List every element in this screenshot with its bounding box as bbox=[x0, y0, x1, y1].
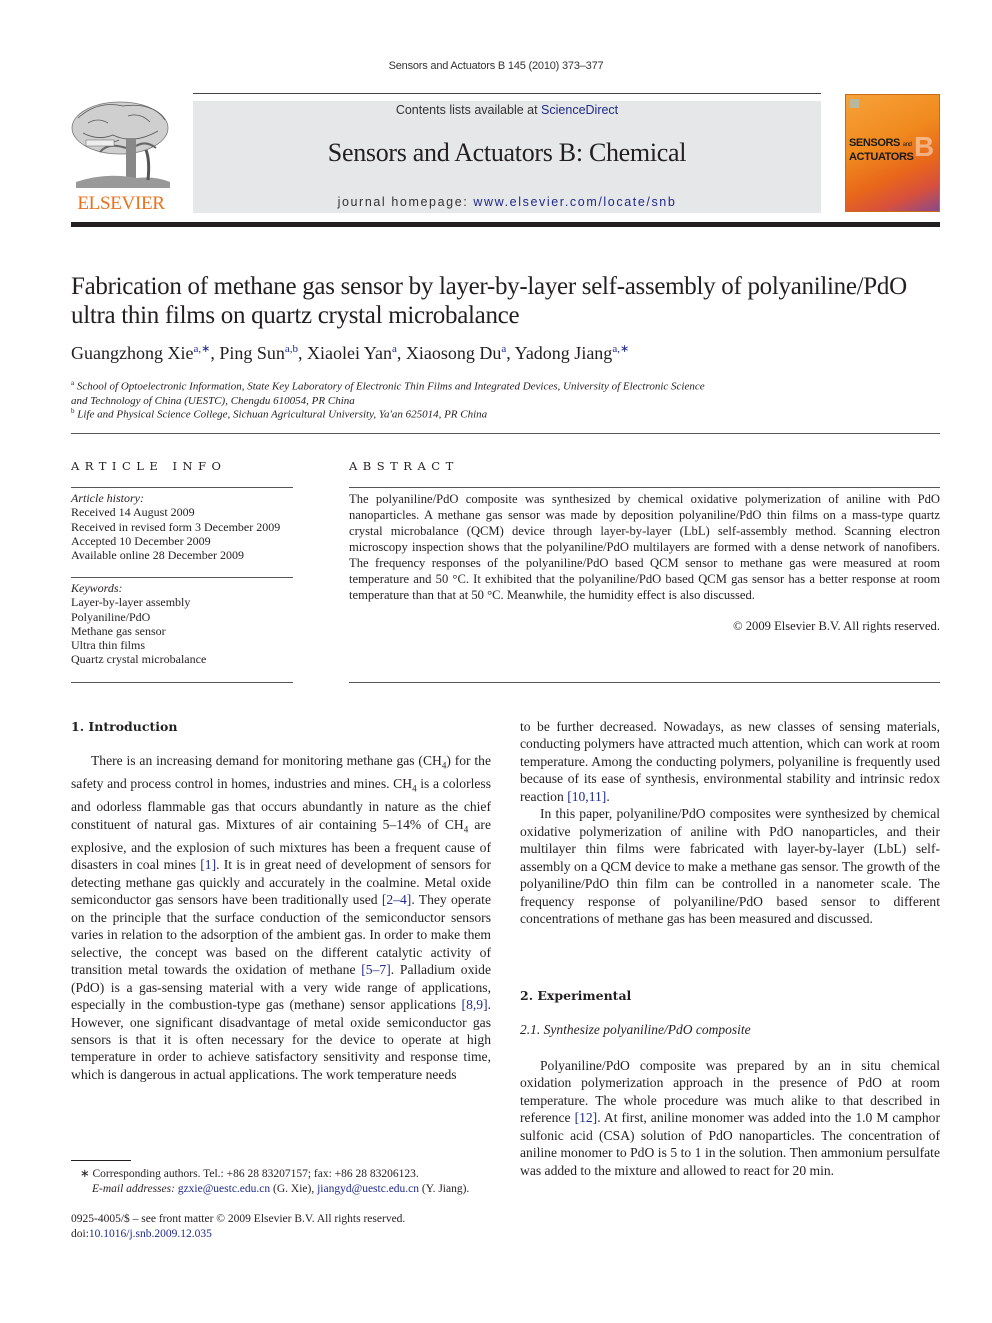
author[interactable]: Guangzhong Xiea,∗ bbox=[71, 343, 210, 363]
history-item: Available online 28 December 2009 bbox=[71, 548, 245, 563]
paragraph: Polyaniline/PdO composite was prepared b… bbox=[520, 1058, 940, 1178]
section-heading-experimental: 2. Experimental bbox=[520, 988, 632, 1003]
paragraph: There is an increasing demand for monito… bbox=[71, 753, 492, 1082]
homepage-line: journal homepage: www.elsevier.com/locat… bbox=[193, 195, 821, 209]
corresponding-footnote: ∗ Corresponding authors. Tel.: +86 28 83… bbox=[80, 1167, 500, 1197]
cover-title: SENSORS and ACTUATORS bbox=[849, 137, 914, 163]
author[interactable]: Xiaolei Yana bbox=[307, 343, 397, 363]
abstract-rule bbox=[349, 487, 940, 488]
article-info-rule bbox=[71, 487, 293, 488]
email-label: E-mail addresses: bbox=[92, 1183, 178, 1195]
citation-link[interactable]: [10,11] bbox=[567, 789, 606, 804]
history-item: Received 14 August 2009 bbox=[71, 505, 195, 520]
front-matter: 0925-4005/$ – see front matter © 2009 El… bbox=[71, 1212, 491, 1242]
contents-prefix: Contents lists available at bbox=[395, 103, 542, 117]
publisher-logo-text: ELSEVIER bbox=[77, 193, 165, 214]
abstract-text: The polyaniline/PdO composite was synthe… bbox=[349, 492, 940, 602]
cover-publisher-icon bbox=[850, 99, 859, 108]
tree-icon bbox=[71, 101, 170, 188]
journal-title: Sensors and Actuators B: Chemical bbox=[327, 138, 687, 167]
cover-title-and: and bbox=[902, 142, 912, 148]
issn-line: 0925-4005/$ – see front matter © 2009 El… bbox=[71, 1213, 406, 1225]
corresponding-authors: ∗ Corresponding authors. Tel.: +86 28 83… bbox=[80, 1168, 419, 1180]
author[interactable]: Xiaosong Dua bbox=[406, 343, 506, 363]
experimental-text: Polyaniline/PdO composite was prepared b… bbox=[520, 1057, 940, 1179]
article-info-heading: ARTICLE INFO bbox=[71, 459, 227, 473]
keyword: Layer-by-layer assembly bbox=[71, 595, 191, 610]
article-history: Article history: Received 14 August 2009… bbox=[71, 491, 301, 562]
email-addresses: E-mail addresses: gzxie@uestc.edu.cn (G.… bbox=[92, 1183, 470, 1195]
keyword: Polyaniline/PdO bbox=[71, 609, 151, 624]
paragraph: In this paper, polyaniline/PdO composite… bbox=[520, 806, 940, 926]
keywords: Keywords: Layer-by-layer assembly Polyan… bbox=[71, 581, 301, 667]
contents-line: Contents lists available at ScienceDirec… bbox=[193, 103, 821, 117]
doi-link[interactable]: 10.1016/j.snb.2009.12.035 bbox=[89, 1228, 212, 1240]
keyword: Ultra thin films bbox=[71, 638, 145, 653]
doi-line: doi:10.1016/j.snb.2009.12.035 bbox=[71, 1228, 212, 1240]
citation-link[interactable]: [1] bbox=[200, 857, 216, 872]
journal-homepage-link[interactable]: www.elsevier.com/locate/snb bbox=[473, 195, 676, 209]
subsection-heading: 2.1. Synthesize polyaniline/PdO composit… bbox=[520, 1022, 751, 1037]
paragraph: to be further decreased. Nowadays, as ne… bbox=[520, 719, 940, 804]
keywords-label: Keywords: bbox=[71, 581, 123, 595]
body-column-right: to be further decreased. Nowadays, as ne… bbox=[520, 718, 940, 927]
email-link[interactable]: gzxie@uestc.edu.cn bbox=[178, 1183, 270, 1195]
keyword: Methane gas sensor bbox=[71, 623, 166, 638]
history-label: Article history: bbox=[71, 491, 144, 505]
affiliation-mark: b bbox=[71, 407, 75, 415]
affiliation-mark: a bbox=[71, 379, 75, 387]
article-title: Fabrication of methane gas sensor by lay… bbox=[71, 273, 907, 329]
keyword: Quartz crystal microbalance bbox=[71, 652, 207, 667]
citation-link[interactable]: [5–7] bbox=[361, 962, 390, 977]
keywords-rule bbox=[71, 577, 293, 578]
body-column-left: There is an increasing demand for monito… bbox=[71, 752, 491, 1083]
masthead-divider bbox=[71, 222, 940, 227]
abstract-bottom-rule bbox=[349, 682, 940, 683]
section-heading-introduction: 1. Introduction bbox=[71, 719, 178, 734]
affiliation-divider bbox=[71, 433, 940, 434]
affiliation-b: b Life and Physical Science College, Sic… bbox=[71, 404, 931, 422]
affiliation-line: Life and Physical Science College, Sichu… bbox=[77, 408, 488, 421]
abstract-copyright: © 2009 Elsevier B.V. All rights reserved… bbox=[733, 619, 940, 633]
affiliation-line: School of Optoelectronic Information, St… bbox=[76, 380, 705, 393]
running-head: Sensors and Actuators B 145 (2010) 373–3… bbox=[388, 60, 604, 72]
affiliation-a: a School of Optoelectronic Information, … bbox=[71, 376, 931, 408]
author-list: Guangzhong Xiea,∗, Ping Suna,b, Xiaolei … bbox=[71, 343, 630, 363]
email-link[interactable]: jiangyd@uestc.edu.cn bbox=[317, 1183, 419, 1195]
history-item: Accepted 10 December 2009 bbox=[71, 533, 211, 548]
header-rule bbox=[193, 93, 821, 94]
cover-letter: B bbox=[914, 131, 935, 162]
abstract-heading: ABSTRACT bbox=[349, 459, 459, 473]
journal-cover-thumbnail[interactable]: B SENSORS and ACTUATORS bbox=[845, 94, 940, 212]
cover-title-line1: SENSORS bbox=[849, 137, 900, 149]
author[interactable]: Yadong Jianga,∗ bbox=[515, 343, 630, 363]
homepage-prefix: journal homepage: bbox=[337, 195, 474, 209]
article-info-bottom-rule bbox=[71, 682, 293, 683]
cover-title-line2: ACTUATORS bbox=[849, 151, 914, 163]
citation-link[interactable]: [2–4] bbox=[382, 892, 411, 907]
author[interactable]: Ping Suna,b bbox=[219, 343, 298, 363]
citation-link[interactable]: [8,9] bbox=[462, 997, 488, 1012]
history-item: Received in revised form 3 December 2009 bbox=[71, 519, 281, 534]
citation-link[interactable]: [12] bbox=[575, 1110, 598, 1125]
sciencedirect-link[interactable]: ScienceDirect bbox=[541, 103, 618, 117]
footnote-rule bbox=[71, 1160, 131, 1161]
